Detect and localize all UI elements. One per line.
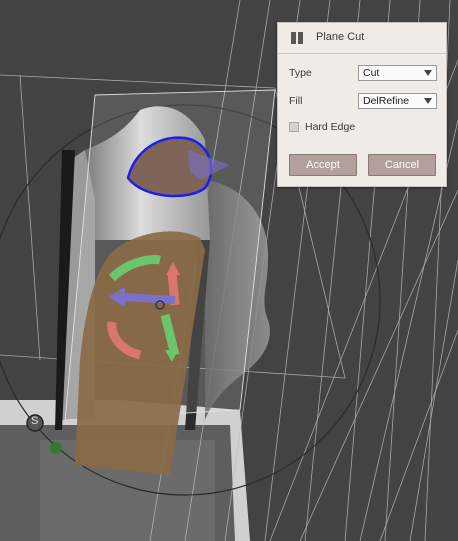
hard-edge-checkbox[interactable] <box>289 122 299 132</box>
scale-handle-letter: S <box>31 415 39 427</box>
cancel-button[interactable]: Cancel <box>368 154 436 176</box>
panel-title: Plane Cut <box>316 31 365 43</box>
fill-label: Fill <box>289 95 303 107</box>
chevron-down-icon <box>424 98 432 104</box>
panel-columns-icon <box>291 32 304 44</box>
type-select[interactable]: Cut <box>358 65 437 81</box>
fill-select-value: DelRefine <box>363 95 410 107</box>
type-select-value: Cut <box>363 67 380 79</box>
panel-header: Plane Cut <box>278 23 446 54</box>
type-label: Type <box>289 67 312 79</box>
hard-edge-label: Hard Edge <box>305 121 356 133</box>
origin-marker <box>50 442 62 454</box>
chevron-down-icon <box>424 70 432 76</box>
translate-arrow-purple[interactable] <box>121 293 176 304</box>
fill-select[interactable]: DelRefine <box>358 93 437 109</box>
accept-button[interactable]: Accept <box>289 154 357 176</box>
plane-cut-panel: Plane Cut Type Cut Fill DelRefine Hard E… <box>277 22 447 187</box>
